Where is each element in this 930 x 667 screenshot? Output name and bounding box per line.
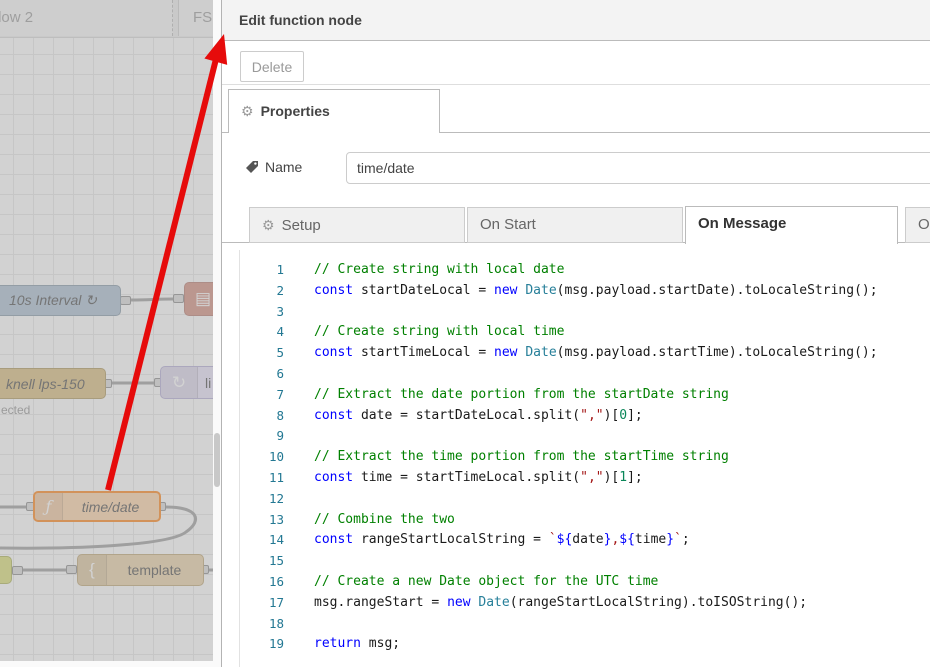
code-line: 16// Create a new Date object for the UT…: [240, 572, 930, 593]
code-line: 18: [240, 614, 930, 635]
flow-workspace: Flow 2 FS 10s Interval ↻▤knell lps-150↻l…: [0, 0, 213, 667]
line-number: 5: [240, 343, 284, 364]
line-number: 10: [240, 447, 284, 468]
line-number: 17: [240, 593, 284, 614]
delete-button[interactable]: Delete: [240, 51, 304, 82]
edit-tray: Edit function node Delete ⚙ Properties Na…: [221, 0, 930, 667]
gear-icon: ⚙: [262, 217, 275, 233]
line-number: 19: [240, 634, 284, 655]
screen: { "workspace": { "flow_tabs": [ {"label"…: [0, 0, 930, 667]
code-line: 12: [240, 489, 930, 510]
workspace-horizontal-scrollbar: [0, 661, 213, 667]
line-number: 7: [240, 385, 284, 406]
line-number: 4: [240, 322, 284, 343]
code-line: 14const rangeStartLocalString = `${date}…: [240, 530, 930, 551]
line-number: 9: [240, 426, 284, 447]
code-line: 11const time = startTimeLocal.split(",")…: [240, 468, 930, 489]
line-number: 12: [240, 489, 284, 510]
line-number: 1: [240, 260, 284, 281]
code-line: 10// Extract the time portion from the s…: [240, 447, 930, 468]
line-number: 13: [240, 510, 284, 531]
properties-tab-label: Properties: [261, 103, 330, 119]
code-line: 5const startTimeLocal = new Date(msg.pay…: [240, 343, 930, 364]
gear-icon: ⚙: [241, 103, 254, 119]
page-title: Edit function node: [239, 0, 362, 40]
code-line: 15: [240, 551, 930, 572]
line-number: 15: [240, 551, 284, 572]
code-line: 2const startDateLocal = new Date(msg.pay…: [240, 281, 930, 302]
tab-properties[interactable]: ⚙ Properties: [228, 89, 440, 133]
tag-icon: [245, 160, 259, 174]
code-line: 19return msg;: [240, 634, 930, 655]
line-number: 18: [240, 614, 284, 635]
line-number: 11: [240, 468, 284, 489]
tab-on-message[interactable]: On Message: [685, 206, 898, 244]
shade-overlay: [0, 0, 213, 667]
tab-setup[interactable]: ⚙Setup: [249, 207, 465, 243]
code-line: 9: [240, 426, 930, 447]
code-line: 13// Combine the two: [240, 510, 930, 531]
code-line: 7// Extract the date portion from the st…: [240, 385, 930, 406]
code-line: 3: [240, 302, 930, 323]
line-number: 3: [240, 302, 284, 323]
scrollbar-thumb[interactable]: [214, 433, 220, 487]
code-line: 8const date = startDateLocal.split(",")[…: [240, 406, 930, 427]
code-line: 1// Create string with local date: [240, 260, 930, 281]
line-number: 14: [240, 530, 284, 551]
tab-on-stop[interactable]: On Stop: [905, 207, 930, 243]
workspace-vertical-scrollbar: [213, 0, 221, 667]
code-line: 4// Create string with local time: [240, 322, 930, 343]
name-label: Name: [245, 159, 302, 175]
line-number: 6: [240, 364, 284, 385]
line-number: 2: [240, 281, 284, 302]
tab-on-start[interactable]: On Start: [467, 207, 683, 243]
line-number: 16: [240, 572, 284, 593]
line-number: 8: [240, 406, 284, 427]
tray-header: Edit function node: [222, 0, 930, 41]
name-input[interactable]: [346, 152, 930, 184]
code-line: 6: [240, 364, 930, 385]
code-line: 17msg.rangeStart = new Date(rangeStartLo…: [240, 593, 930, 614]
code-editor[interactable]: 1// Create string with local date2const …: [239, 250, 930, 667]
toolbar-divider: [222, 84, 930, 85]
